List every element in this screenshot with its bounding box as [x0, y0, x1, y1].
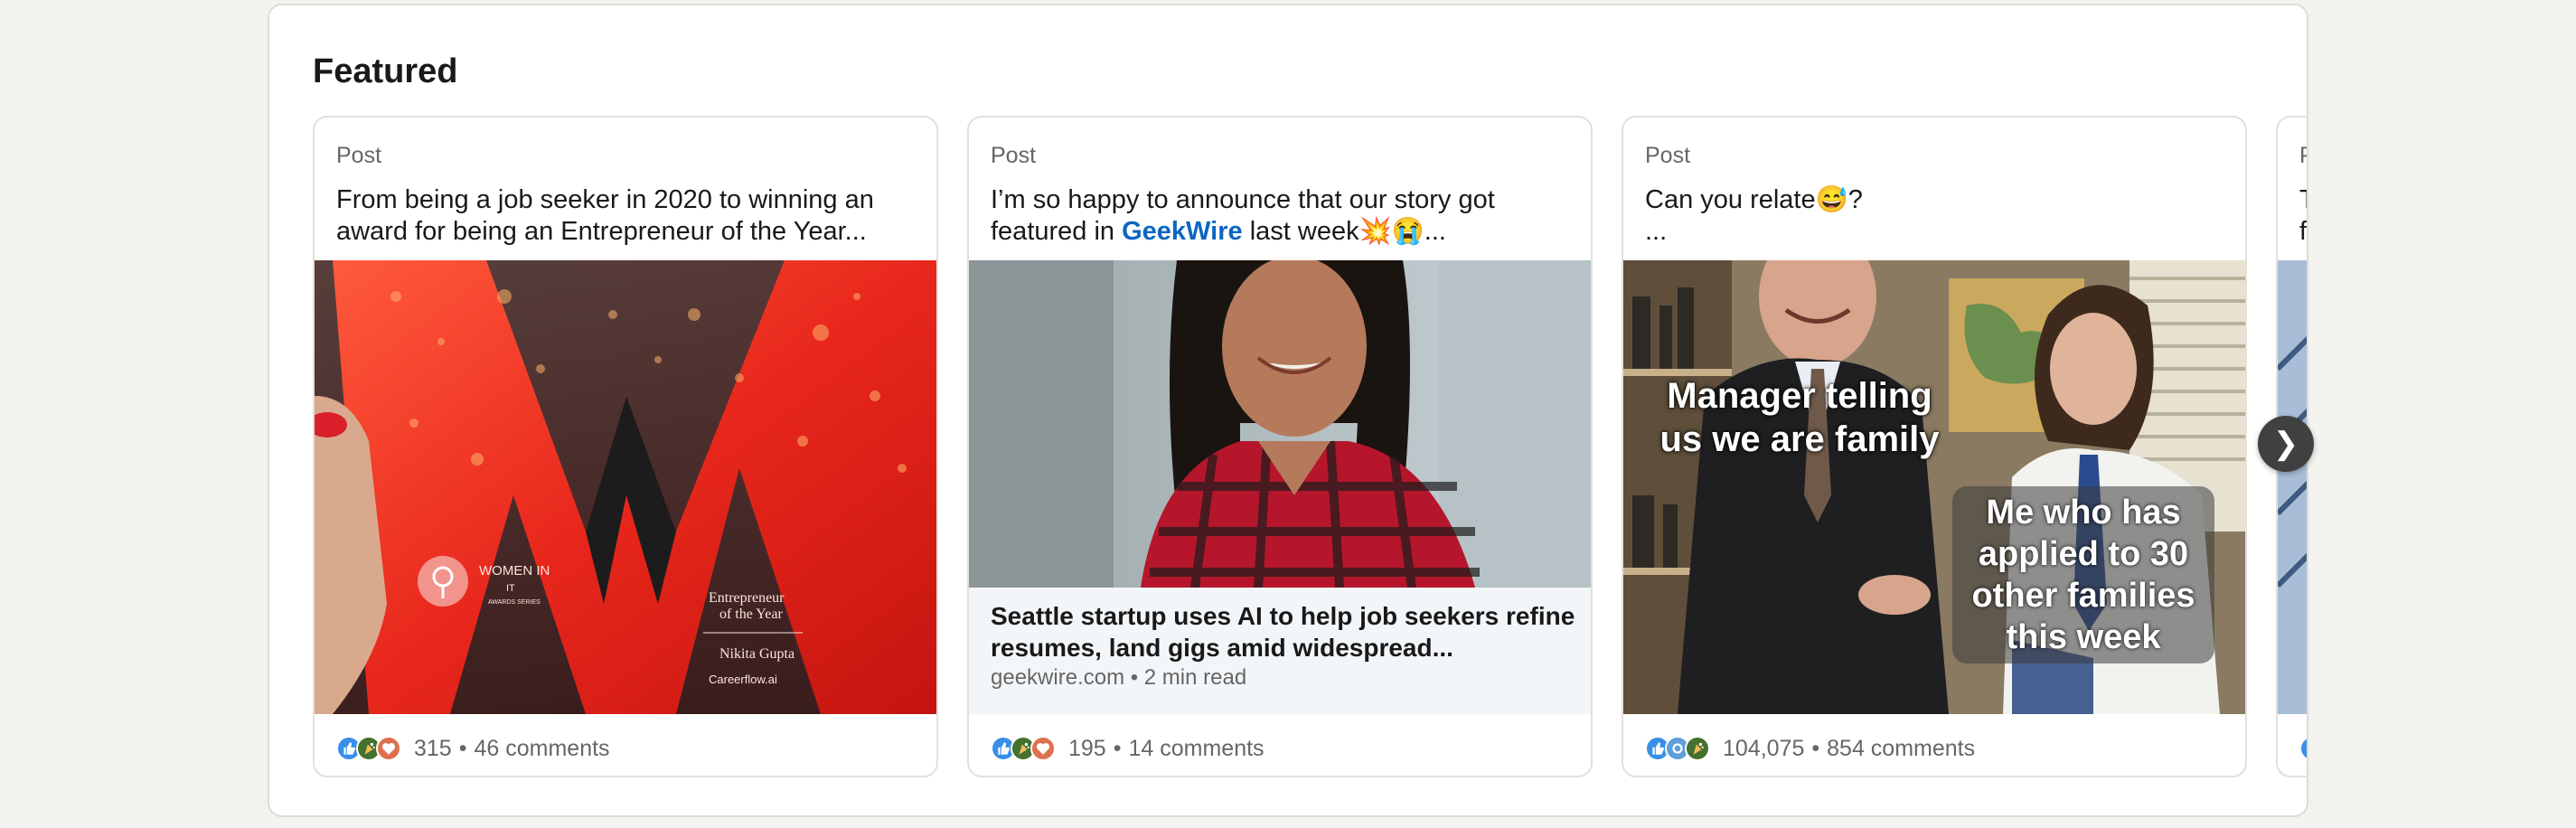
chevron-right-icon: ❯ — [2272, 427, 2299, 461]
social-counts[interactable] — [2299, 730, 2307, 767]
link-preview-title[interactable]: Seattle startup uses AI to help job seek… — [991, 600, 1578, 663]
separator-dot: • — [1811, 735, 1820, 761]
svg-text:AWARDS SERIES: AWARDS SERIES — [488, 599, 541, 606]
award-company-text: Careerflow.ai — [709, 673, 777, 686]
link-preview[interactable]: Seattle startup uses AI to help job seek… — [969, 588, 1591, 714]
separator-dot: • — [458, 735, 467, 761]
card-text[interactable]: Can you relate😅? ... — [1645, 184, 2223, 248]
reactions-stack — [336, 736, 401, 761]
award-brand-text: WOMEN IN — [479, 563, 550, 579]
card-text[interactable]: Tfr — [2299, 184, 2307, 248]
section-title: Featured — [313, 52, 458, 90]
post-image[interactable] — [2278, 260, 2307, 714]
social-counts[interactable]: 195 • 14 comments — [991, 730, 1264, 767]
card-type-label: P — [2299, 143, 2307, 169]
card-text[interactable]: I’m so happy to announce that our story … — [991, 184, 1569, 248]
award-title-text: Entrepreneur — [709, 590, 785, 606]
post-image[interactable] — [969, 260, 1591, 588]
social-counts[interactable]: 315 • 46 comments — [336, 730, 610, 767]
featured-card-2[interactable]: Post I’m so happy to announce that our s… — [967, 116, 1593, 777]
social-counts[interactable]: 104,075 • 854 comments — [1645, 730, 1975, 767]
featured-card-1[interactable]: Post From being a job seeker in 2020 to … — [313, 116, 938, 777]
featured-section: Featured Post From being a job seeker in… — [268, 4, 2308, 817]
meme-caption-top: Manager telling us we are family — [1659, 376, 1940, 459]
meme-image[interactable]: Manager telling us we are family Me who … — [1623, 260, 2245, 714]
portrait-photo — [969, 260, 1591, 588]
featured-carousel: Post From being a job seeker in 2020 to … — [313, 116, 2307, 781]
svg-text:of the Year: of the Year — [719, 607, 783, 622]
reactions-stack — [1645, 736, 1710, 761]
comments-count[interactable]: 14 comments — [1128, 736, 1264, 761]
separator-dot: • — [1113, 735, 1122, 761]
meme-caption-bottom: Me who has applied to 30 other families … — [1952, 486, 2214, 663]
reactions-stack — [2299, 736, 2307, 761]
carousel-next-button[interactable]: ❯ — [2258, 416, 2314, 472]
card-type-label: Post — [1645, 143, 1691, 168]
card-type-label: Post — [336, 143, 382, 168]
like-icon — [2299, 736, 2307, 761]
love-icon — [1030, 736, 1056, 761]
link-preview-meta: geekwire.com • 2 min read — [991, 665, 1247, 690]
svg-text:IT: IT — [506, 583, 515, 594]
reaction-count[interactable]: 315 — [414, 736, 452, 761]
award-photo: WOMEN IN IT AWARDS SERIES Entrepreneur o… — [315, 260, 936, 714]
reactions-stack — [991, 736, 1056, 761]
comments-count[interactable]: 854 comments — [1827, 736, 1975, 761]
comments-count[interactable]: 46 comments — [474, 736, 609, 761]
award-image[interactable]: WOMEN IN IT AWARDS SERIES Entrepreneur o… — [315, 260, 936, 714]
reaction-count[interactable]: 195 — [1068, 736, 1106, 761]
featured-card-3[interactable]: Post Can you relate😅? ... Manager tellin… — [1622, 116, 2247, 777]
card-type-label: Post — [991, 143, 1037, 168]
card-text[interactable]: From being a job seeker in 2020 to winni… — [336, 184, 915, 248]
geekwire-link[interactable]: GeekWire — [1122, 217, 1243, 246]
celebrate-icon — [1685, 736, 1710, 761]
reaction-count[interactable]: 104,075 — [1723, 736, 1804, 761]
love-icon — [376, 736, 401, 761]
award-name-text: Nikita Gupta — [719, 646, 794, 662]
